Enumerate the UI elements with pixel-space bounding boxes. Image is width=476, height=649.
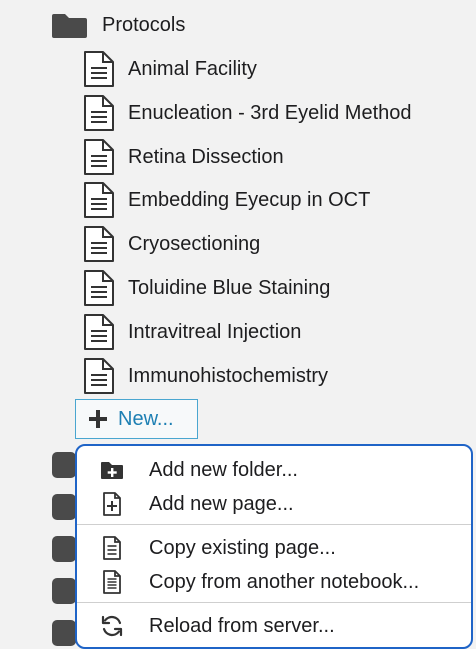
page-label: Embedding Eyecup in OCT (128, 188, 371, 211)
menu-item-label: Reload from server... (149, 614, 335, 637)
menu-separator (77, 524, 471, 525)
page-item-immunohistochemistry[interactable]: Immunohistochemistry (82, 357, 328, 395)
page-label: Animal Facility (128, 57, 257, 80)
protocols-folder[interactable]: Protocols (52, 9, 185, 41)
copy-page-icon (103, 536, 121, 560)
document-icon (84, 139, 114, 175)
page-label: Toluidine Blue Staining (128, 276, 331, 299)
reload-icon (101, 615, 123, 637)
new-item-menu: Add new folder... Add new page... Copy e… (75, 444, 473, 649)
document-icon (84, 226, 114, 262)
page-item-cryosectioning[interactable]: Cryosectioning (82, 225, 260, 263)
page-item-intravitreal[interactable]: Intravitreal Injection (82, 313, 301, 351)
folder-icon (52, 494, 76, 520)
menu-item-copy-existing-page[interactable]: Copy existing page... (77, 530, 471, 566)
menu-item-reload[interactable]: Reload from server... (77, 608, 471, 644)
folder-plus-icon (101, 462, 123, 479)
page-item-enucleation[interactable]: Enucleation - 3rd Eyelid Method (82, 94, 412, 132)
page-item-animal-facility[interactable]: Animal Facility (82, 50, 257, 88)
document-icon (84, 270, 114, 306)
page-plus-icon (103, 492, 121, 516)
page-label: Immunohistochemistry (128, 364, 329, 387)
folder-icon (52, 14, 87, 38)
plus-icon (89, 410, 107, 428)
new-button-label: New... (118, 407, 174, 430)
folder-icon (52, 620, 76, 646)
menu-separator (77, 602, 471, 603)
page-label: Enucleation - 3rd Eyelid Method (128, 101, 412, 124)
menu-item-label: Add new page... (149, 492, 294, 515)
page-item-embedding-eyecup[interactable]: Embedding Eyecup in OCT (82, 181, 370, 219)
new-button[interactable]: New... (75, 399, 198, 439)
page-label: Intravitreal Injection (128, 320, 302, 343)
menu-item-copy-from-notebook[interactable]: Copy from another notebook... (77, 564, 471, 600)
copy-notebook-icon (103, 570, 121, 594)
menu-item-add-folder[interactable]: Add new folder... (77, 452, 471, 488)
folder-icon (52, 536, 76, 562)
document-icon (84, 358, 114, 394)
menu-item-add-page[interactable]: Add new page... (77, 486, 471, 522)
page-item-toluidine-blue[interactable]: Toluidine Blue Staining (82, 269, 330, 307)
folder-icon (52, 452, 76, 478)
document-icon (84, 51, 114, 87)
page-label: Cryosectioning (128, 232, 261, 255)
folder-icon (52, 578, 76, 604)
page-label: Retina Dissection (128, 145, 284, 168)
menu-item-label: Copy from another notebook... (149, 570, 420, 593)
document-icon (84, 314, 114, 350)
document-icon (84, 182, 114, 218)
menu-item-label: Copy existing page... (149, 536, 336, 559)
document-icon (84, 95, 114, 131)
menu-item-label: Add new folder... (149, 458, 298, 481)
folder-label: Protocols (102, 13, 186, 36)
page-item-retina-dissection[interactable]: Retina Dissection (82, 138, 284, 176)
